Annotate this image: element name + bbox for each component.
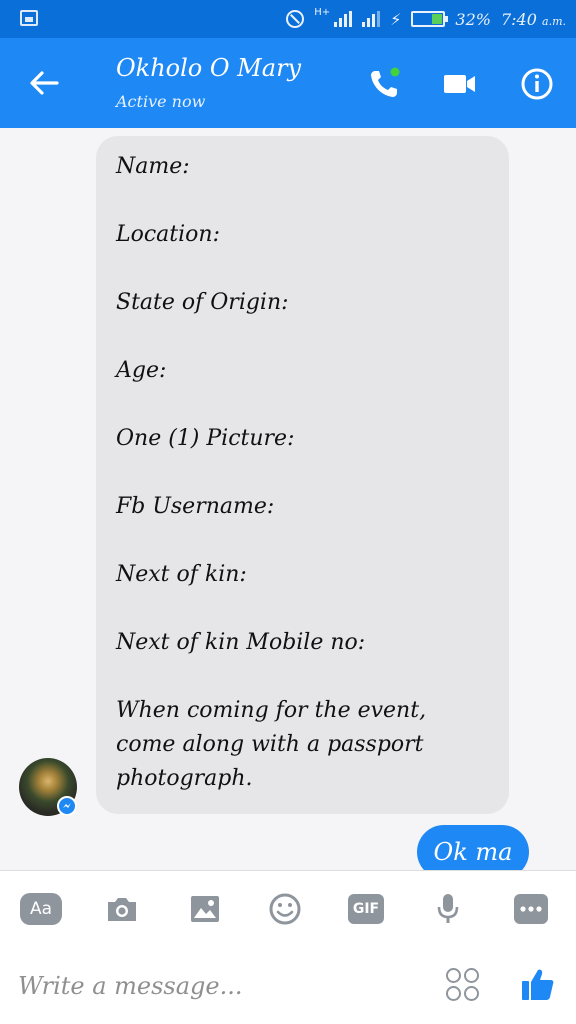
message-line: When coming for the event, come along wi… [116, 698, 434, 791]
more-options-button[interactable] [514, 894, 548, 924]
smiley-icon [269, 893, 301, 925]
message-line: Next of kin: [116, 562, 247, 587]
voice-call-button[interactable] [364, 64, 404, 104]
microphone-icon [437, 894, 459, 923]
contact-status: Active now [116, 92, 206, 111]
back-arrow-icon [30, 71, 59, 95]
messenger-badge-icon [57, 796, 77, 816]
stickers-button[interactable] [446, 968, 480, 1002]
message-blank-line [116, 320, 491, 354]
gallery-button[interactable] [185, 891, 225, 927]
video-camera-icon [444, 75, 475, 93]
thumbs-up-icon [522, 969, 554, 1000]
emoji-button[interactable] [265, 891, 305, 927]
voice-record-button[interactable] [428, 891, 468, 927]
battery-icon [411, 11, 449, 27]
composer-toolbar: Aa GIF [0, 870, 576, 949]
message-line: Next of kin Mobile no: [116, 630, 366, 655]
contact-name[interactable]: Okholo O Mary [116, 54, 301, 82]
clock-suffix: a.m. [542, 14, 566, 28]
signal-icon [334, 11, 353, 27]
do-not-disturb-icon [286, 10, 305, 28]
message-blank-line [116, 660, 491, 694]
gallery-notification-icon [20, 10, 38, 26]
network-type-label: H+ [314, 7, 331, 18]
image-icon [191, 896, 219, 922]
message-line: Name: [116, 154, 190, 179]
camera-icon [108, 898, 136, 921]
message-blank-line [116, 388, 491, 422]
message-line: Fb Username: [116, 494, 275, 519]
text-format-button[interactable]: Aa [20, 893, 62, 925]
sticker-face-icon [464, 986, 479, 1001]
clock: 7:40 a.m. [501, 10, 566, 29]
incoming-message-bubble[interactable]: Name: Location: State of Origin: Age: On… [96, 136, 509, 814]
status-bar: H+ ⚡ 32% 7:40 a.m. [0, 0, 576, 38]
sticker-face-icon [446, 986, 461, 1001]
status-bar-right: H+ ⚡ 32% 7:40 a.m. [286, 0, 566, 38]
message-list[interactable]: Name: Location: State of Origin: Age: On… [0, 128, 576, 870]
message-line: Age: [116, 358, 167, 383]
signal-icon-2 [362, 11, 381, 27]
phone-icon [371, 67, 400, 97]
clock-time: 7:40 [500, 9, 537, 29]
back-button[interactable] [24, 66, 64, 100]
message-line: Location: [116, 222, 220, 247]
message-line: One (1) Picture: [116, 426, 295, 451]
like-button[interactable] [518, 964, 558, 1004]
message-blank-line [116, 456, 491, 490]
chat-header: Okholo O Mary Active now [0, 38, 576, 128]
gif-button[interactable]: GIF [348, 894, 384, 924]
camera-button[interactable] [102, 891, 142, 927]
message-input[interactable] [18, 966, 418, 1006]
info-icon [521, 68, 553, 100]
sticker-face-icon [446, 968, 461, 983]
composer [0, 948, 576, 1024]
outgoing-message-bubble[interactable]: Ok ma [417, 825, 529, 870]
info-button[interactable] [517, 64, 557, 104]
message-line: State of Origin: [116, 290, 289, 315]
sticker-face-icon [464, 968, 479, 983]
message-blank-line [116, 184, 491, 218]
charging-icon: ⚡ [390, 9, 402, 29]
more-dots-icon [520, 906, 542, 912]
message-blank-line [116, 252, 491, 286]
video-call-button[interactable] [440, 64, 480, 104]
battery-percent: 32% [455, 9, 491, 29]
message-blank-line [116, 524, 491, 558]
message-blank-line [116, 592, 491, 626]
